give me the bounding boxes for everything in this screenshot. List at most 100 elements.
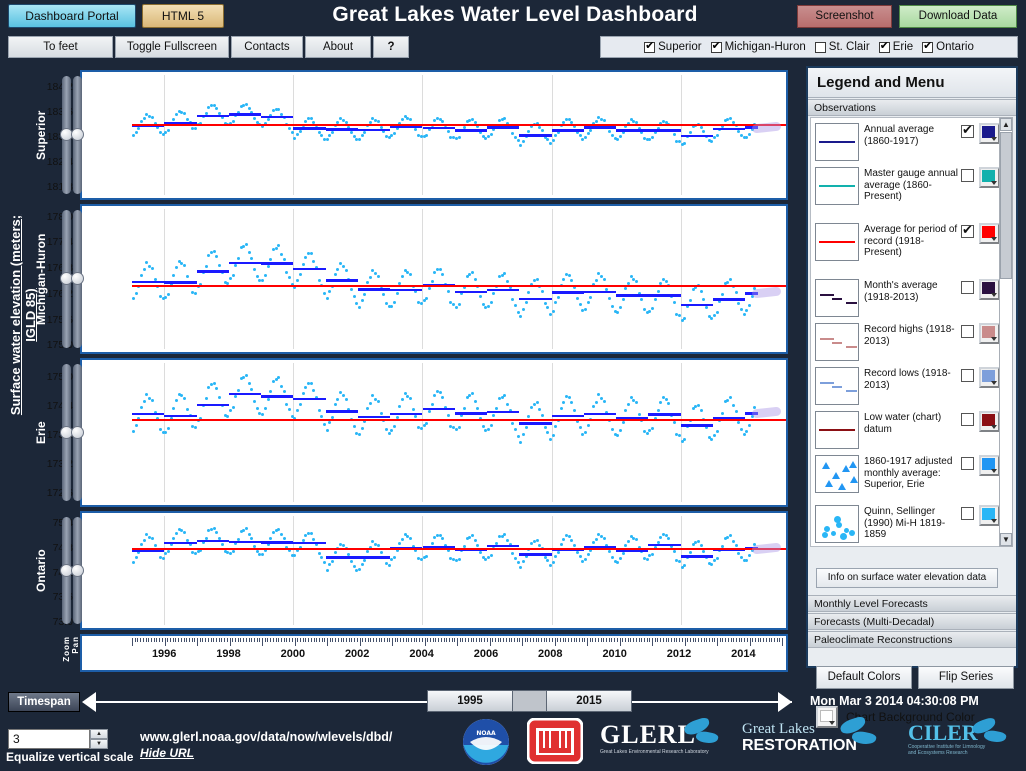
data-point	[218, 395, 222, 399]
legend-item-checkbox[interactable]	[961, 507, 974, 520]
data-point	[185, 274, 189, 278]
legend-item-checkbox[interactable]	[961, 325, 974, 338]
data-point	[228, 409, 232, 413]
to-feet-button[interactable]: To feet	[8, 36, 113, 58]
legend-item-color-button[interactable]	[979, 367, 1000, 388]
slider-pan-knob-superior[interactable]	[71, 128, 84, 141]
section-paleoclimate-reconstructions[interactable]: Paleoclimate Reconstructions	[808, 631, 1016, 648]
legend-item-label: Average for period of record (1918-Prese…	[864, 224, 958, 258]
x-axis-tick	[310, 638, 312, 642]
stepper-down-icon[interactable]: ▼	[90, 739, 108, 749]
timespan-end-year[interactable]: 2015	[546, 690, 632, 712]
data-point	[618, 557, 622, 561]
x-axis-tick	[405, 638, 407, 642]
lake-filter-michigan-huron[interactable]: Michigan-Huron	[710, 40, 806, 53]
data-point	[737, 301, 741, 305]
legend-item-label: Month's average (1918-2013)	[864, 280, 938, 303]
section-forecasts-multidecadal[interactable]: Forecasts (Multi-Decadal)	[808, 613, 1016, 630]
legend-item-color-button[interactable]	[979, 279, 1000, 300]
checkbox-icon[interactable]	[710, 40, 722, 53]
data-point	[524, 300, 528, 304]
screenshot-button[interactable]: Screenshot	[797, 5, 892, 28]
observations-scrollbar[interactable]: ▲ ▼	[999, 117, 1013, 547]
legend-item-color-button[interactable]	[979, 505, 1000, 526]
slider-pan-knob-erie[interactable]	[71, 425, 84, 439]
default-colors-button[interactable]: Default Colors	[816, 666, 912, 689]
lake-filter-erie[interactable]: Erie	[878, 40, 913, 53]
data-point	[492, 291, 496, 295]
legend-item-label: 1860-1917 adjusted monthly average: Supe…	[864, 456, 953, 490]
legend-item-color-button[interactable]	[979, 411, 1000, 432]
section-observations[interactable]: Observations	[808, 99, 1016, 116]
timespan-handle[interactable]	[513, 690, 546, 712]
download-data-button[interactable]: Download Data	[899, 5, 1017, 28]
about-button[interactable]: About	[305, 36, 371, 58]
data-point	[425, 297, 429, 301]
data-point	[551, 309, 555, 313]
data-point	[715, 134, 719, 138]
legend-item-color-button[interactable]	[979, 223, 1000, 244]
equalize-vertical-scale-stepper[interactable]: 3 ▲ ▼	[8, 729, 108, 749]
data-point	[288, 276, 291, 279]
x-axis-tick	[503, 638, 504, 642]
slider-pan-knob-ontario[interactable]	[71, 563, 84, 577]
checkbox-icon[interactable]	[878, 40, 890, 53]
legend-item-checkbox[interactable]	[961, 457, 974, 470]
stepper-up-icon[interactable]: ▲	[90, 729, 108, 739]
flip-series-button[interactable]: Flip Series	[918, 666, 1014, 689]
legend-item-checkbox[interactable]	[961, 169, 974, 182]
lake-filter-superior[interactable]: Superior	[644, 40, 702, 53]
legend-item-checkbox[interactable]	[961, 413, 974, 426]
grid-line	[680, 363, 682, 502]
data-point	[702, 130, 706, 133]
x-axis-tick	[226, 638, 228, 642]
tab-dashboard-portal[interactable]: Dashboard Portal	[8, 4, 136, 28]
data-point	[452, 302, 456, 306]
x-axis-label: 2000	[280, 648, 306, 660]
slider-pan-knob-michigan-huron[interactable]	[71, 272, 84, 285]
legend-item-checkbox[interactable]	[961, 281, 974, 294]
timespan-button[interactable]: Timespan	[8, 692, 80, 712]
checkbox-icon[interactable]	[814, 41, 826, 53]
data-point	[134, 424, 138, 428]
timespan-arrow-right-icon[interactable]	[778, 692, 792, 712]
lake-filter-ontario[interactable]: Ontario	[922, 40, 974, 53]
data-point	[344, 269, 348, 272]
legend-item-color-button[interactable]	[979, 323, 1000, 344]
lake-filter-st-clair[interactable]: St. Clair	[814, 41, 870, 53]
equalize-value-input[interactable]: 3	[8, 729, 90, 749]
x-axis-tick	[432, 638, 434, 642]
annual-average-segment	[713, 298, 746, 301]
x-axis-tick	[327, 638, 328, 646]
tab-html5[interactable]: HTML 5	[142, 4, 224, 28]
data-point	[739, 308, 743, 312]
legend-item-checkbox[interactable]	[961, 122, 974, 138]
timespan-start-year[interactable]: 1995	[427, 690, 513, 712]
help-button[interactable]: ?	[373, 36, 409, 58]
triangle-up-icon[interactable]: ▲	[1000, 118, 1012, 131]
hide-url-link[interactable]: Hide URL	[140, 746, 194, 760]
legend-item-color-button[interactable]	[979, 123, 1000, 144]
data-point	[142, 268, 146, 272]
triangle-down-icon[interactable]: ▼	[1000, 533, 1012, 546]
contacts-button[interactable]: Contacts	[231, 36, 303, 58]
legend-item-checkbox[interactable]	[961, 369, 974, 382]
x-axis-tick	[207, 638, 209, 642]
legend-item-color-button[interactable]	[979, 167, 1000, 188]
checkbox-icon[interactable]	[922, 40, 934, 53]
data-point	[567, 396, 571, 399]
info-surface-water-button[interactable]: Info on surface water elevation data	[816, 568, 998, 588]
data-point	[626, 403, 630, 407]
toggle-fullscreen-button[interactable]: Toggle Fullscreen	[115, 36, 229, 58]
legend-item-checkbox[interactable]	[961, 222, 974, 238]
scrollbar-thumb[interactable]	[1000, 132, 1012, 279]
legend-item-color-button[interactable]	[979, 455, 1000, 476]
section-monthly-level-forecasts[interactable]: Monthly Level Forecasts	[808, 595, 1016, 612]
data-point	[699, 289, 703, 293]
data-point	[476, 543, 480, 547]
data-point	[398, 405, 402, 409]
data-point	[172, 407, 176, 411]
checkbox-icon[interactable]	[644, 40, 656, 53]
x-axis-tick	[562, 638, 564, 642]
data-point	[562, 278, 566, 282]
